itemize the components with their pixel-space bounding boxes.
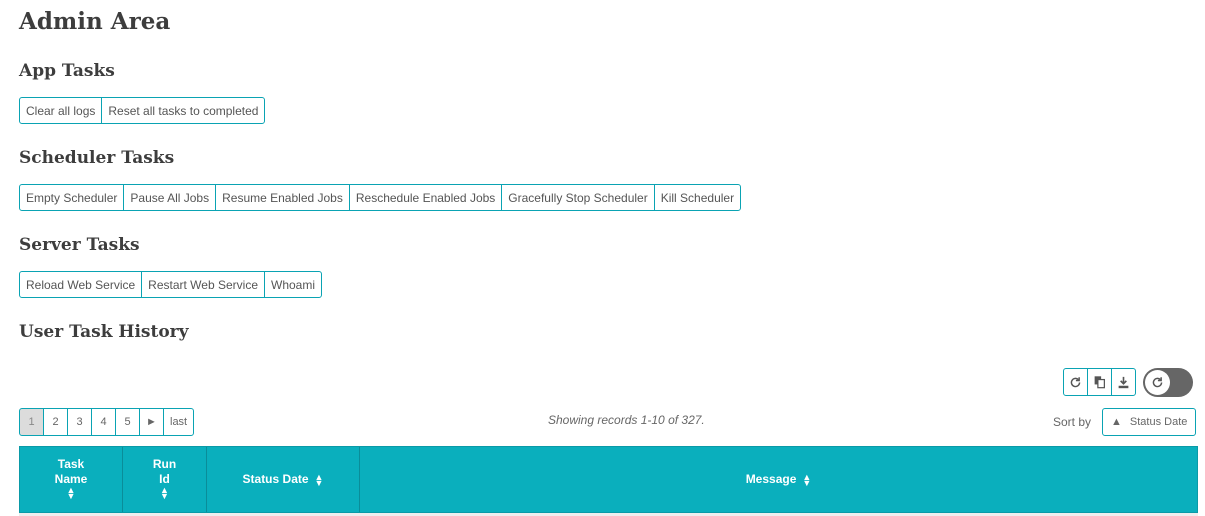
sort-by-button[interactable]: ▲ Status Date [1102, 408, 1197, 436]
refresh-button[interactable] [1063, 368, 1088, 396]
app-tasks-button-group: Clear all logs Reset all tasks to comple… [19, 97, 266, 124]
restart-web-service-button[interactable]: Restart Web Service [141, 271, 265, 298]
page-4-button[interactable]: 4 [91, 408, 116, 436]
sort-icon: ▲ ▼ [802, 471, 812, 488]
auto-refresh-icon [1152, 377, 1163, 388]
resume-enabled-jobs-button[interactable]: Resume Enabled Jobs [215, 184, 350, 211]
last-page-button[interactable]: last [163, 408, 195, 436]
task-history-table-header: Task Name ▲ ▼ Run Id ▲ ▼ Status Date ▲ ▼ Me… [19, 446, 1198, 513]
table-toolbar [1063, 368, 1136, 396]
column-header-message[interactable]: Message ▲ ▼ [360, 447, 1197, 512]
empty-scheduler-button[interactable]: Empty Scheduler [19, 184, 125, 211]
page-1-button[interactable]: 1 [19, 408, 44, 436]
scheduler-tasks-button-group: Empty Scheduler Pause All Jobs Resume En… [19, 184, 742, 211]
next-page-button[interactable]: ► [139, 408, 164, 436]
clear-all-logs-button[interactable]: Clear all logs [19, 97, 103, 124]
user-task-history-heading: User Task History [19, 322, 189, 342]
sort-ascending-icon: ▲ [1111, 416, 1122, 428]
column-header-status-date[interactable]: Status Date ▲ ▼ [207, 447, 360, 512]
sort-icon: ▲ ▼ [66, 484, 76, 501]
app-tasks-heading: App Tasks [19, 61, 115, 81]
scheduler-tasks-heading: Scheduler Tasks [19, 148, 175, 168]
whoami-button[interactable]: Whoami [264, 271, 323, 298]
reset-all-tasks-button[interactable]: Reset all tasks to completed [101, 97, 266, 124]
page-5-button[interactable]: 5 [115, 408, 140, 436]
column-header-run-id[interactable]: Run Id ▲ ▼ [123, 447, 207, 512]
pause-all-jobs-button[interactable]: Pause All Jobs [123, 184, 217, 211]
copy-button[interactable] [1087, 368, 1112, 396]
copy-icon [1094, 376, 1105, 389]
reschedule-enabled-jobs-button[interactable]: Reschedule Enabled Jobs [348, 184, 503, 211]
page-title: Admin Area [19, 8, 171, 35]
refresh-icon [1070, 376, 1081, 387]
sort-by-value: Status Date [1129, 416, 1188, 428]
column-header-label: Run [152, 456, 177, 471]
download-button[interactable] [1111, 368, 1136, 396]
download-icon [1118, 376, 1129, 388]
column-header-label: Status Date [242, 472, 309, 486]
column-header-label: Task [57, 456, 85, 471]
records-summary: Showing records 1-10 of 327. [548, 413, 705, 427]
toggle-knob [1145, 370, 1170, 395]
page-3-button[interactable]: 3 [67, 408, 92, 436]
sort-icon: ▲ ▼ [160, 484, 169, 501]
column-header-label: Message [745, 472, 797, 486]
page-2-button[interactable]: 2 [43, 408, 68, 436]
reload-web-service-button[interactable]: Reload Web Service [19, 271, 143, 298]
sort-icon: ▲ ▼ [314, 471, 324, 488]
column-header-task-name[interactable]: Task Name ▲ ▼ [20, 447, 123, 512]
auto-refresh-toggle[interactable] [1143, 368, 1193, 397]
sort-by-label: Sort by [1053, 415, 1092, 429]
pagination: 1 2 3 4 5 ► last [19, 408, 195, 436]
gracefully-stop-scheduler-button[interactable]: Gracefully Stop Scheduler [501, 184, 655, 211]
server-tasks-button-group: Reload Web Service Restart Web Service W… [19, 271, 323, 298]
kill-scheduler-button[interactable]: Kill Scheduler [653, 184, 742, 211]
server-tasks-heading: Server Tasks [19, 235, 140, 255]
